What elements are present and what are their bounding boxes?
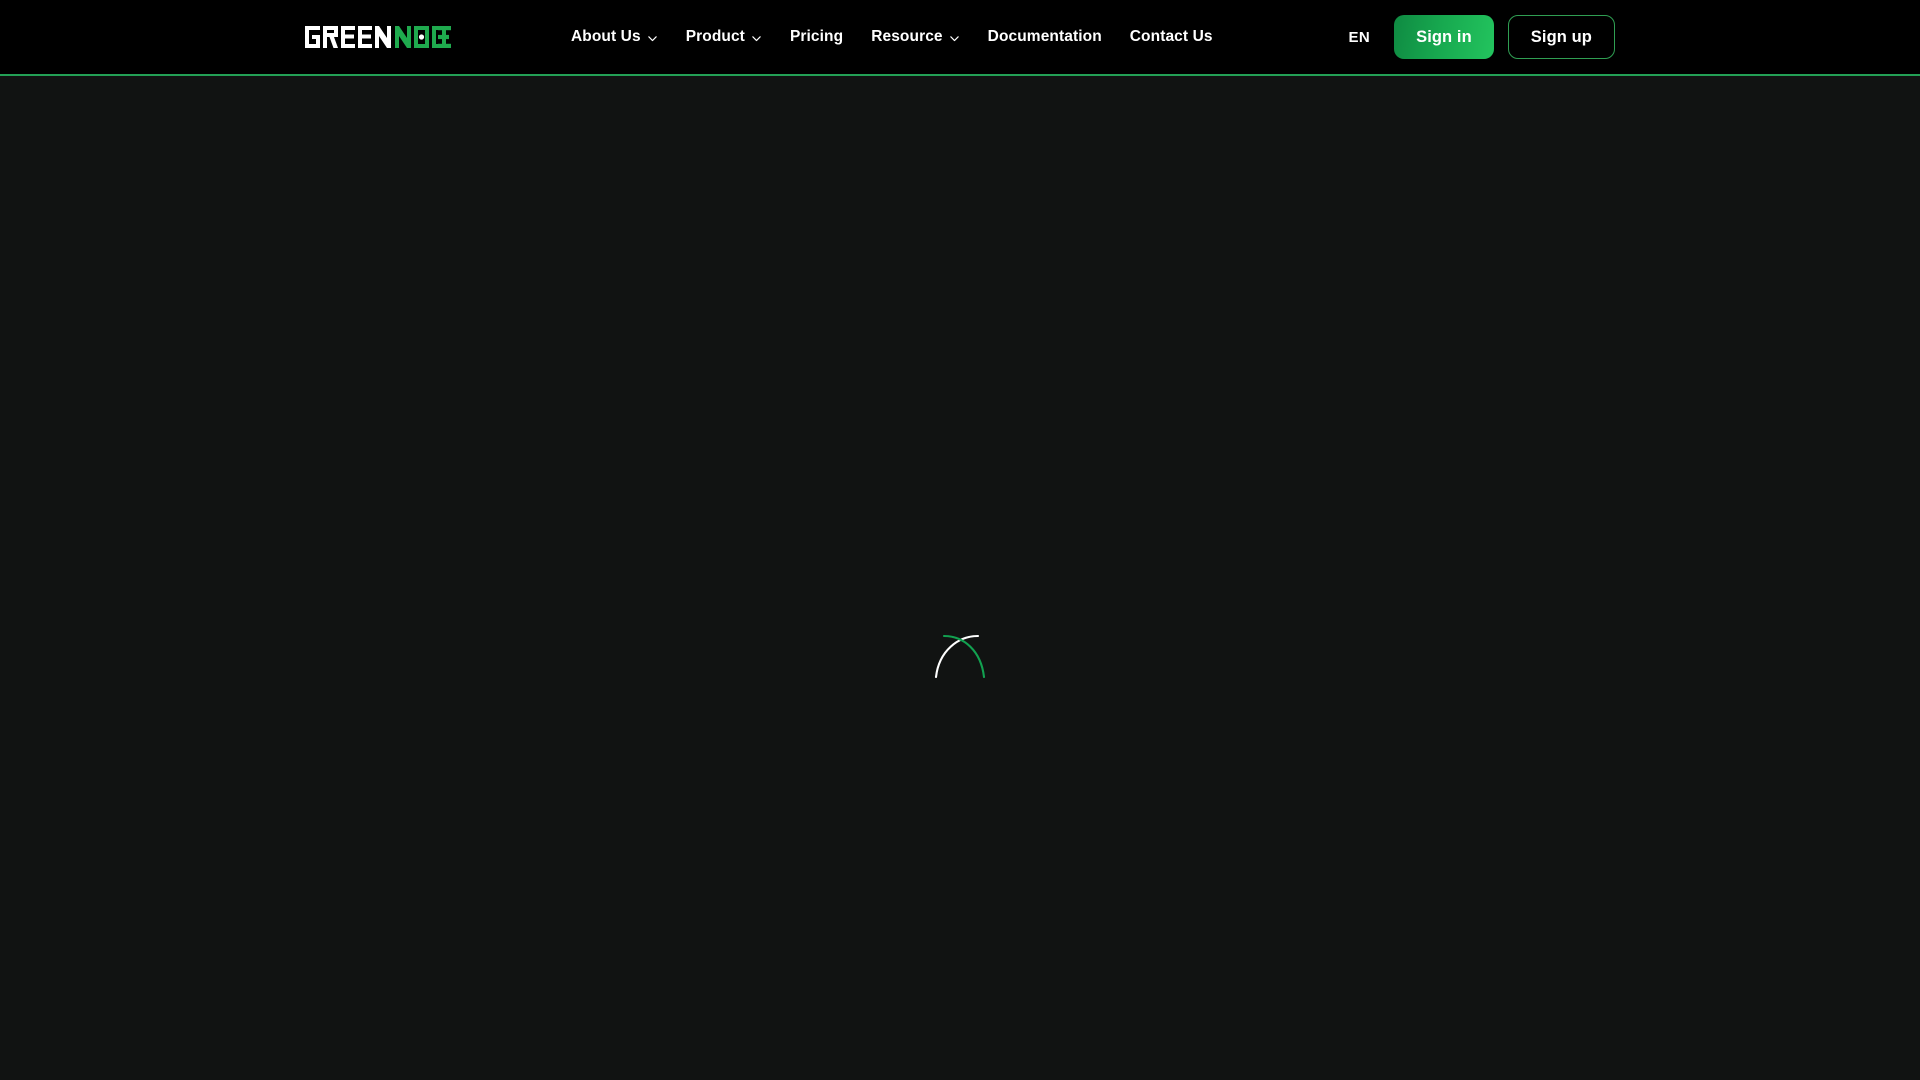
- nav-item-documentation[interactable]: Documentation: [988, 29, 1102, 45]
- nav-label: Product: [685, 28, 745, 46]
- greennode-logo[interactable]: [305, 0, 451, 74]
- loading-spinner: [925, 623, 995, 693]
- nav-item-pricing[interactable]: Pricing: [790, 29, 843, 45]
- nav-label: Resource: [871, 28, 943, 46]
- chevron-down-icon: [647, 33, 658, 44]
- nav-label: Contact Us: [1129, 28, 1213, 46]
- nav-item-contact-us[interactable]: Contact Us: [1130, 29, 1213, 45]
- chevron-down-icon: [751, 33, 762, 44]
- header-inner: About Us Product Pricing Resource Docume…: [0, 0, 1920, 74]
- main-content-loading: [0, 76, 1920, 1080]
- nav-item-product[interactable]: Product: [686, 29, 762, 45]
- sign-in-button[interactable]: Sign in: [1394, 15, 1494, 59]
- nav-item-resource[interactable]: Resource: [871, 29, 959, 45]
- site-header: About Us Product Pricing Resource Docume…: [0, 0, 1920, 76]
- main-navigation: About Us Product Pricing Resource Docume…: [571, 0, 1213, 74]
- nav-item-about-us[interactable]: About Us: [571, 29, 658, 45]
- nav-label: About Us: [571, 28, 641, 46]
- header-actions: EN Sign in Sign up: [1338, 0, 1615, 74]
- language-switcher[interactable]: EN: [1338, 23, 1380, 52]
- nav-label: Documentation: [987, 28, 1102, 46]
- nav-label: Pricing: [789, 28, 844, 46]
- chevron-down-icon: [949, 33, 960, 44]
- sign-up-button[interactable]: Sign up: [1507, 15, 1615, 59]
